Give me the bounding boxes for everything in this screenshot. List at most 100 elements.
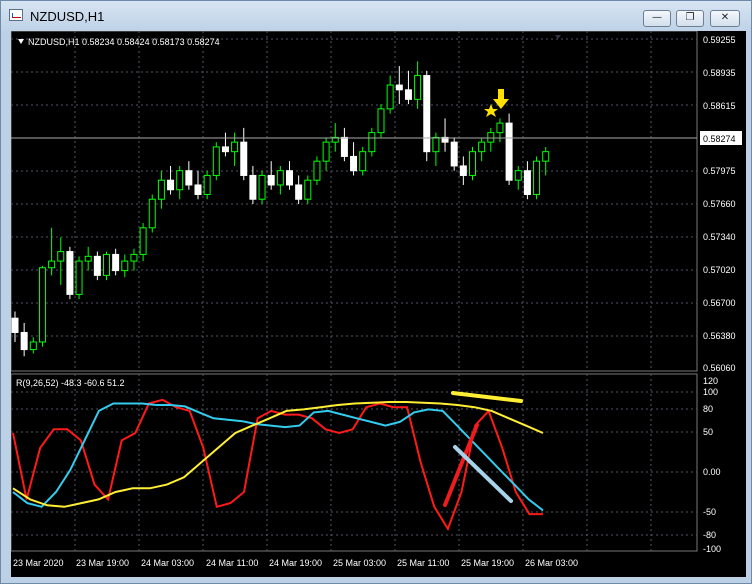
price-tick: 0.56060 bbox=[703, 363, 736, 373]
candle-body bbox=[267, 174, 275, 186]
candle-body bbox=[404, 89, 412, 100]
candle-body bbox=[240, 141, 248, 176]
current-price-label: 0.58274 bbox=[703, 134, 736, 144]
candle-body bbox=[121, 260, 129, 272]
time-tick: 25 Mar 03:00 bbox=[333, 558, 386, 568]
candle-body bbox=[322, 141, 330, 162]
close-icon: ✕ bbox=[720, 12, 730, 23]
ind-tick: 100 bbox=[703, 387, 718, 397]
candle-body bbox=[258, 174, 266, 200]
candle-body bbox=[249, 174, 257, 200]
price-pane[interactable]: NZDUSD,H1 0.58234 0.58424 0.58173 0.5827… bbox=[10, 30, 698, 372]
candle-body bbox=[212, 146, 220, 176]
time-tick: 25 Mar 19:00 bbox=[461, 558, 514, 568]
price-header: NZDUSD,H1 0.58234 0.58424 0.58173 0.5827… bbox=[28, 37, 220, 47]
price-tick: 0.57975 bbox=[703, 166, 736, 176]
chart-window: NZDUSD,H1 — ❐ ✕ NZDUSD,H1 0.58234 0.5842… bbox=[0, 0, 752, 584]
candle-body bbox=[459, 165, 467, 176]
price-pane-frame bbox=[10, 30, 698, 372]
chart-canvas[interactable]: NZDUSD,H1 0.58234 0.58424 0.58173 0.5827… bbox=[10, 30, 746, 577]
candle-body bbox=[368, 132, 376, 153]
ind-tick: -50 bbox=[703, 507, 716, 517]
time-tick: 23 Mar 2020 bbox=[13, 558, 64, 568]
close-button[interactable]: ✕ bbox=[710, 10, 740, 27]
candle-body bbox=[185, 170, 193, 186]
candle-body bbox=[84, 255, 92, 262]
ind-tick: -100 bbox=[703, 544, 721, 554]
candle-body bbox=[75, 260, 83, 295]
candle-body bbox=[386, 84, 394, 110]
ind-tick: -80 bbox=[703, 530, 716, 540]
indicator-header: R(9,26,52) -48.3 -60.6 51.2 bbox=[16, 378, 125, 388]
candle-body bbox=[496, 122, 504, 134]
time-tick: 24 Mar 03:00 bbox=[141, 558, 194, 568]
window-title: NZDUSD,H1 bbox=[30, 9, 105, 24]
candle-body bbox=[423, 75, 431, 153]
candle-body bbox=[231, 141, 239, 153]
candle-body bbox=[487, 132, 495, 143]
candle-body bbox=[148, 198, 156, 229]
candle-body bbox=[276, 170, 284, 186]
candle-body bbox=[505, 122, 513, 181]
candle-body bbox=[11, 317, 19, 333]
candle-body bbox=[395, 84, 403, 91]
ind-tick: 120 bbox=[703, 376, 718, 386]
minimize-button[interactable]: — bbox=[643, 10, 671, 27]
candle-body bbox=[221, 146, 229, 153]
time-tick: 25 Mar 11:00 bbox=[397, 558, 449, 568]
price-tick: 0.57660 bbox=[703, 199, 736, 209]
candle-body bbox=[295, 184, 303, 200]
indicator-axis[interactable]: 120 100 80 50 0.00 -50 -80 -100 bbox=[703, 376, 721, 554]
candle-body bbox=[523, 170, 531, 195]
ind-tick: 50 bbox=[703, 427, 713, 437]
candle-body bbox=[157, 179, 165, 200]
candle-body bbox=[139, 227, 147, 255]
restore-icon: ❐ bbox=[685, 12, 695, 23]
candle-body bbox=[194, 184, 202, 195]
candle-body bbox=[93, 255, 101, 276]
candle-body bbox=[20, 331, 28, 351]
candle-body bbox=[286, 170, 293, 186]
ind-tick: 0.00 bbox=[703, 467, 721, 477]
indicator-pane[interactable]: R(9,26,52) -48.3 -60.6 51.2 bbox=[10, 373, 698, 552]
candle-body bbox=[469, 151, 476, 176]
candle-body bbox=[304, 179, 312, 200]
chart-area[interactable]: NZDUSD,H1 0.58234 0.58424 0.58173 0.5827… bbox=[10, 30, 746, 577]
candle-body bbox=[167, 179, 175, 191]
candle-body bbox=[103, 253, 110, 276]
candle-body bbox=[66, 251, 74, 295]
price-tick: 0.57340 bbox=[703, 232, 736, 242]
candle-body bbox=[340, 136, 348, 157]
time-axis[interactable]: 23 Mar 2020 23 Mar 19:00 24 Mar 03:00 24… bbox=[13, 558, 578, 568]
candle-body bbox=[450, 141, 458, 167]
candle-body bbox=[57, 251, 65, 262]
maximize-button[interactable]: ❐ bbox=[676, 10, 704, 27]
price-tick: 0.58935 bbox=[703, 68, 736, 78]
minimize-icon: — bbox=[652, 12, 662, 23]
candle-body bbox=[533, 160, 541, 195]
time-tick: 24 Mar 11:00 bbox=[206, 558, 258, 568]
title-bar[interactable]: NZDUSD,H1 — ❐ ✕ bbox=[1, 1, 751, 31]
candle-body bbox=[48, 260, 56, 269]
candle-body bbox=[359, 151, 367, 172]
candle-body bbox=[414, 75, 422, 100]
time-tick: 24 Mar 19:00 bbox=[269, 558, 322, 568]
price-axis[interactable]: 0.59255 0.58935 0.58615 0.57975 0.57660 … bbox=[700, 35, 742, 373]
candle-body bbox=[176, 170, 184, 191]
candle-body bbox=[514, 170, 522, 181]
chart-app-icon bbox=[9, 9, 23, 21]
candle-body bbox=[29, 341, 37, 351]
time-tick: 26 Mar 03:00 bbox=[525, 558, 578, 568]
candle-body bbox=[432, 136, 440, 153]
price-tick: 0.56380 bbox=[703, 331, 736, 341]
candle-body bbox=[38, 267, 46, 343]
candle-body bbox=[313, 160, 321, 181]
candle-body bbox=[542, 151, 550, 162]
price-tick: 0.58615 bbox=[703, 101, 736, 111]
candle-body bbox=[478, 141, 486, 153]
price-tick: 0.56700 bbox=[703, 298, 736, 308]
candle-body bbox=[112, 253, 120, 272]
candle-body bbox=[377, 108, 385, 134]
time-tick: 23 Mar 19:00 bbox=[76, 558, 129, 568]
ind-tick: 80 bbox=[703, 404, 713, 414]
